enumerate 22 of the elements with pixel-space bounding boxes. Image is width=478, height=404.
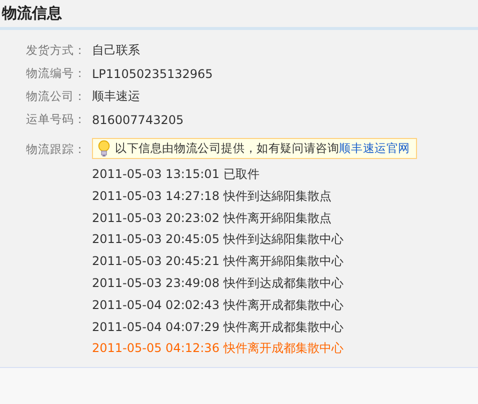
tracking-event: 2011-05-03 14:27:18 快件到达綿阳集散点 bbox=[92, 188, 332, 205]
field-value: LP11050235132965 bbox=[92, 66, 213, 80]
notice-text: 以下信息由物流公司提供，如有疑问请咨询顺丰速运官网 bbox=[115, 141, 410, 156]
section-title: 物流信息 bbox=[2, 4, 62, 23]
field-value: 顺丰速运 bbox=[92, 88, 140, 105]
field-value: 816007743205 bbox=[92, 112, 184, 126]
tracking-event: 2011-05-03 20:23:02 快件离开綿阳集散点 bbox=[92, 210, 332, 227]
field-label: 发货方式： bbox=[26, 43, 86, 58]
field-value: 自己联系 bbox=[92, 42, 140, 59]
field-label: 物流跟踪： bbox=[26, 142, 86, 157]
tracking-event: 2011-05-04 02:02:43 快件离开成都集散中心 bbox=[92, 296, 344, 314]
tracking-event: 2011-05-03 23:49:08 快件到达成都集散中心 bbox=[92, 274, 344, 292]
tracking-event: 2011-05-04 04:07:29 快件离开成都集散中心 bbox=[92, 318, 344, 336]
tracking-event: 2011-05-03 13:15:01 已取件 bbox=[92, 166, 260, 183]
tracking-event: 2011-05-03 20:45:05 快件到达綿阳集散中心 bbox=[92, 231, 344, 248]
field-label: 物流编号： bbox=[26, 66, 86, 81]
tracking-event: 2011-05-03 20:45:21 快件离开綿阳集散中心 bbox=[92, 253, 344, 270]
courier-website-link[interactable]: 顺丰速运官网 bbox=[339, 141, 410, 155]
tracking-event: 2011-05-05 04:12:36 快件离开成都集散中心 bbox=[92, 340, 344, 358]
lightbulb-icon bbox=[98, 140, 110, 157]
field-label: 运单号码： bbox=[26, 112, 86, 127]
field-label: 物流公司： bbox=[26, 89, 86, 104]
